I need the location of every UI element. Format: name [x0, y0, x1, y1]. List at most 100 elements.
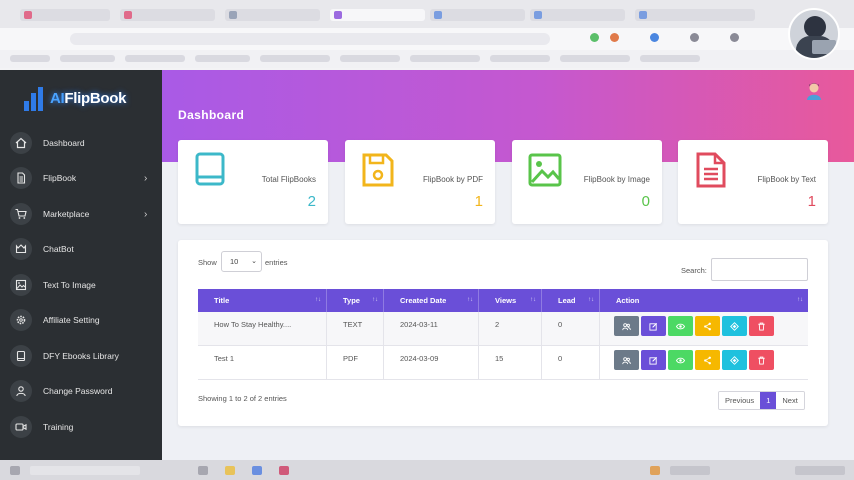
stat-card-flipbook-by-text[interactable]: FlipBook by Text 1	[678, 140, 828, 224]
sidebar-item-label: Change Password	[43, 386, 113, 396]
trash-icon	[758, 322, 765, 331]
column-header-views[interactable]: Views ↑↓	[479, 289, 542, 312]
extension-icon[interactable]	[650, 33, 659, 42]
taskbar-app-icon[interactable]	[252, 466, 262, 475]
delete-button[interactable]	[749, 316, 774, 336]
sort-icon: ↑↓	[797, 297, 803, 303]
sidebar-item-label: FlipBook	[43, 173, 77, 183]
embed-icon	[730, 321, 739, 331]
stat-card-label: FlipBook by Image	[583, 175, 650, 184]
edit-button[interactable]	[641, 316, 666, 336]
cell-views: 2	[479, 312, 542, 346]
sidebar-item-chatbot[interactable]: ChatBot	[0, 232, 162, 266]
stat-card-flipbook-by-image[interactable]: FlipBook by Image 0	[512, 140, 662, 224]
bookmark[interactable]	[260, 55, 330, 62]
pagination-previous[interactable]: Previous	[719, 392, 761, 409]
sidebar-item-dfy-ebooks-library[interactable]: DFY Ebooks Library	[0, 339, 162, 373]
embed-button[interactable]	[722, 316, 747, 336]
extension-icon[interactable]	[590, 33, 599, 42]
cell-title: Test 1	[198, 346, 327, 380]
edit-icon	[649, 356, 658, 365]
table-info: Showing 1 to 2 of 2 entries	[198, 394, 287, 403]
logo-mark-icon	[22, 85, 50, 111]
bookmark[interactable]	[10, 55, 50, 62]
extension-icon[interactable]	[610, 33, 619, 42]
stat-card-value: 1	[807, 193, 816, 210]
share-button[interactable]	[695, 350, 720, 370]
browser-tab[interactable]	[530, 9, 625, 21]
view-button[interactable]	[668, 350, 693, 370]
tray-icon[interactable]	[650, 466, 660, 475]
column-header-action[interactable]: Action ↑↓	[600, 289, 808, 312]
sidebar-item-flipbook[interactable]: FlipBook ›	[0, 161, 162, 195]
sidebar-item-change-password[interactable]: Change Password	[0, 374, 162, 408]
taskbar-app-icon[interactable]	[225, 466, 235, 475]
delete-button[interactable]	[749, 350, 774, 370]
browser-tab[interactable]	[20, 9, 110, 21]
extension-icon[interactable]	[690, 33, 699, 42]
search-input[interactable]	[711, 258, 808, 281]
pagination-next[interactable]: Next	[776, 392, 804, 409]
browser-tab-bar	[0, 0, 854, 28]
column-header-lead[interactable]: Lead ↑↓	[542, 289, 600, 312]
chevron-right-icon: ›	[144, 172, 148, 184]
stat-card-label: FlipBook by PDF	[422, 175, 483, 184]
eye-icon	[676, 357, 685, 363]
text-file-icon	[694, 152, 728, 188]
entries-select[interactable]: 10 ⌄	[221, 251, 262, 272]
bookmark[interactable]	[640, 55, 700, 62]
bookmark[interactable]	[340, 55, 400, 62]
user-icon	[10, 380, 32, 402]
browser-tab[interactable]	[225, 9, 320, 21]
users-icon	[622, 356, 631, 364]
sort-icon: ↑↓	[530, 297, 536, 303]
bookmark[interactable]	[410, 55, 480, 62]
taskbar-app-icon[interactable]	[279, 466, 289, 475]
column-header-created-date[interactable]: Created Date ↑↓	[384, 289, 479, 312]
avatar[interactable]	[804, 80, 824, 100]
sidebar-item-training[interactable]: Training	[0, 410, 162, 444]
pagination-page-1[interactable]: 1	[760, 392, 777, 409]
column-header-title[interactable]: Title ↑↓	[198, 289, 327, 312]
bookmark[interactable]	[490, 55, 550, 62]
leads-button[interactable]	[614, 316, 639, 336]
chevron-right-icon: ›	[144, 208, 148, 220]
search-label: Search:	[681, 266, 707, 275]
browser-tab[interactable]	[120, 9, 215, 21]
start-icon[interactable]	[10, 466, 20, 475]
sidebar-item-marketplace[interactable]: Marketplace ›	[0, 197, 162, 231]
bookmark[interactable]	[195, 55, 250, 62]
bookmark[interactable]	[60, 55, 115, 62]
view-button[interactable]	[668, 316, 693, 336]
bookmark[interactable]	[560, 55, 630, 62]
browser-tab[interactable]	[430, 9, 525, 21]
browser-tab-active[interactable]	[330, 9, 425, 21]
app-logo[interactable]: AIFlipBook	[22, 84, 126, 112]
entries-select-value: 10	[230, 257, 239, 266]
gear-icon	[10, 309, 32, 331]
bookmark[interactable]	[125, 55, 185, 62]
browser-tab[interactable]	[635, 9, 755, 21]
taskbar-app-icon[interactable]	[198, 466, 208, 475]
embed-button[interactable]	[722, 350, 747, 370]
taskbar-search[interactable]	[30, 466, 140, 475]
sidebar-item-text-to-image[interactable]: Text To Image	[0, 268, 162, 302]
stat-card-total-flipbooks[interactable]: Total FlipBooks 2	[178, 140, 328, 224]
extension-icon[interactable]	[730, 33, 739, 42]
image-icon	[10, 274, 32, 296]
share-button[interactable]	[695, 316, 720, 336]
trash-icon	[758, 356, 765, 365]
video-icon	[10, 416, 32, 438]
edit-icon	[649, 322, 658, 331]
edit-button[interactable]	[641, 350, 666, 370]
url-field[interactable]	[70, 33, 550, 45]
sidebar-item-affiliate-setting[interactable]: Affiliate Setting	[0, 303, 162, 337]
sidebar-item-label: Affiliate Setting	[43, 315, 100, 325]
sort-icon: ↑↓	[315, 297, 321, 303]
column-header-type[interactable]: Type ↑↓	[327, 289, 384, 312]
sidebar-item-dashboard[interactable]: Dashboard	[0, 126, 162, 160]
sidebar: AIFlipBook Dashboard FlipBook › Marketpl…	[0, 70, 162, 460]
users-icon	[622, 322, 631, 330]
stat-card-flipbook-by-pdf[interactable]: FlipBook by PDF 1	[345, 140, 495, 224]
leads-button[interactable]	[614, 350, 639, 370]
